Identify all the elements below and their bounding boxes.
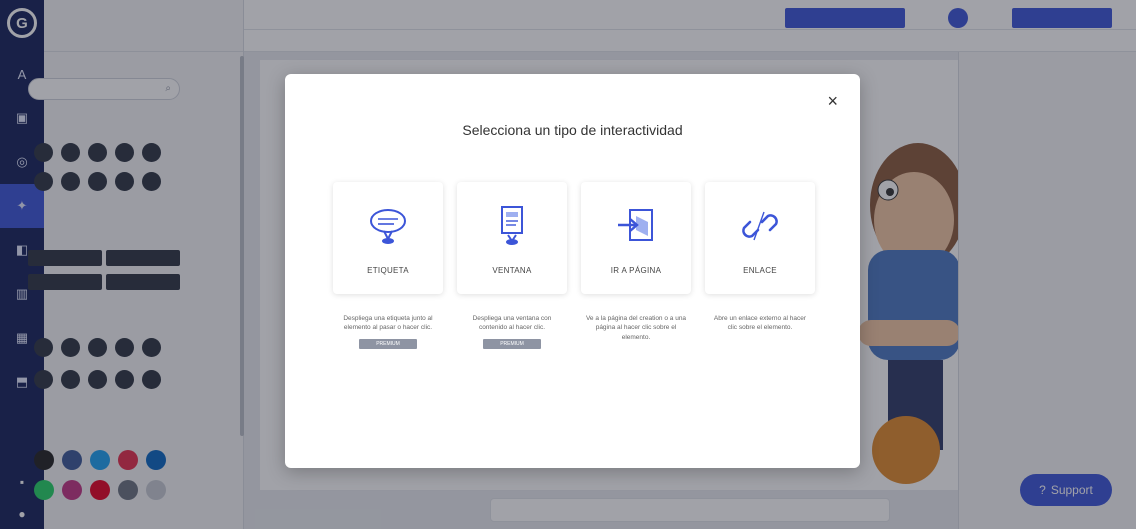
option-card-enlace[interactable]: ENLACE (705, 182, 815, 294)
option-card-etiqueta[interactable]: ETIQUETA (333, 182, 443, 294)
option-enlace: ENLACE Abre un enlace externo al hacer c… (705, 182, 815, 349)
option-card-ir-a-pagina[interactable]: IR A PÁGINA (581, 182, 691, 294)
option-description: Despliega una etiqueta junto al elemento… (343, 315, 433, 332)
go-to-page-icon (618, 209, 653, 241)
speech-bubble-icon (370, 209, 406, 244)
option-description: Abre un enlace externo al hacer clic sob… (713, 315, 807, 332)
dialog-title: Selecciona un tipo de interactividad (462, 122, 683, 138)
option-description: Ve a la página del creation o a una pági… (585, 315, 687, 341)
option-card-ventana[interactable]: VENTANA (457, 182, 567, 294)
premium-badge: PREMIUM (483, 338, 541, 349)
interactivity-options: ETIQUETA Despliega una etiqueta junto al… (333, 182, 815, 349)
option-label: ETIQUETA (367, 266, 409, 275)
option-ir-a-pagina: IR A PÁGINA Ve a la página del creation … (581, 182, 691, 349)
interactivity-type-dialog: × Selecciona un tipo de interactividad E… (285, 74, 860, 468)
option-label: VENTANA (492, 266, 532, 275)
close-icon[interactable]: × (827, 92, 838, 110)
option-description: Despliega una ventana con contenido al h… (472, 315, 552, 332)
option-ventana: VENTANA Despliega una ventana con conten… (457, 182, 567, 349)
option-label: ENLACE (743, 266, 777, 275)
option-etiqueta: ETIQUETA Despliega una etiqueta junto al… (333, 182, 443, 349)
link-icon (742, 211, 778, 241)
premium-badge: PREMIUM (359, 338, 417, 349)
window-icon (501, 206, 523, 245)
option-label: IR A PÁGINA (610, 266, 662, 275)
